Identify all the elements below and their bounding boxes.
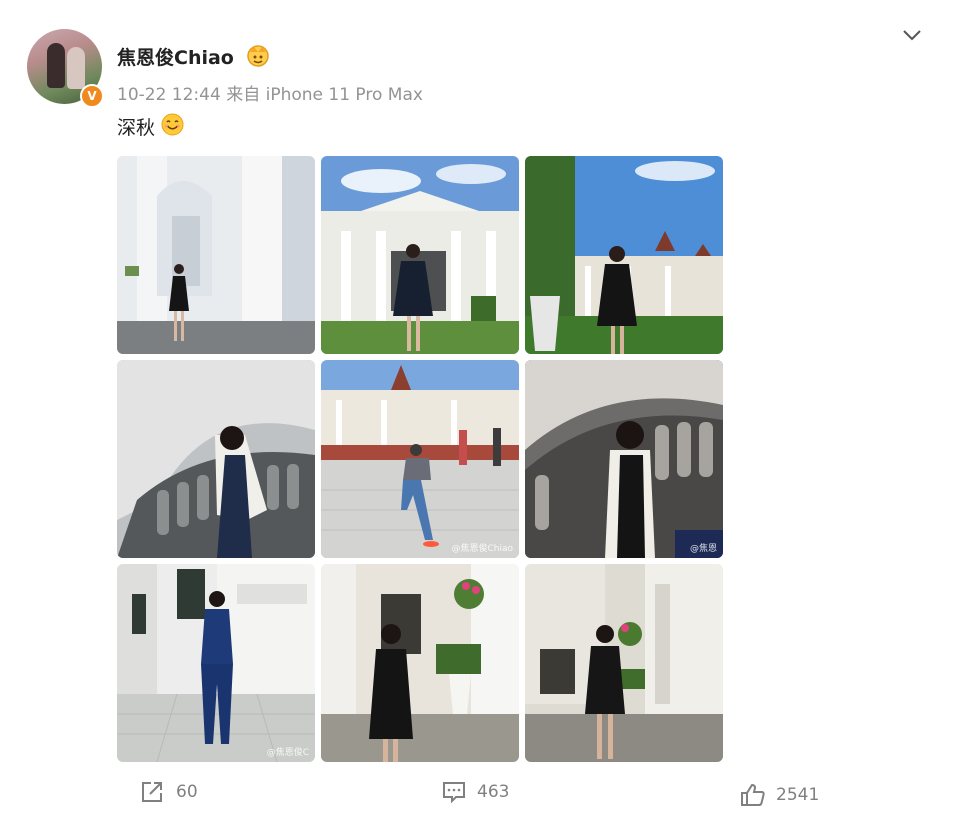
comment-icon <box>443 782 465 804</box>
photo-3[interactable] <box>525 156 723 354</box>
photo-7[interactable]: @焦恩俊C <box>117 564 315 762</box>
username[interactable]: 焦恩俊Chiao <box>117 43 234 70</box>
smile-emoji-icon <box>161 113 184 136</box>
photo-5[interactable]: @焦恩俊Chiao <box>321 360 519 558</box>
avatar-person-1 <box>47 43 65 88</box>
photo-4[interactable] <box>117 360 315 558</box>
photo-9[interactable] <box>525 564 723 762</box>
verified-badge: V <box>80 84 104 108</box>
photo-grid: @焦恩俊Chiao @焦恩 @焦恩俊C <box>117 156 723 762</box>
post-meta: 10-22 12:44 来自 iPhone 11 Pro Max <box>117 85 423 105</box>
like-count: 2541 <box>776 785 820 805</box>
repost-button[interactable]: 60 <box>140 780 198 804</box>
repost-count: 60 <box>176 782 198 802</box>
comment-count: 463 <box>477 782 510 802</box>
chevron-down-icon[interactable] <box>901 27 923 43</box>
repost-icon <box>142 782 162 802</box>
like-button[interactable]: 2541 <box>740 783 819 807</box>
avatar-person-2 <box>67 47 85 89</box>
photo-watermark: @焦恩俊Chiao <box>451 544 513 554</box>
photo-watermark: @焦恩 <box>689 544 717 554</box>
crown-member-icon[interactable] <box>245 43 271 67</box>
comment-button[interactable]: 463 <box>441 780 509 804</box>
photo-6[interactable]: @焦恩 <box>525 360 723 558</box>
thumbs-up-icon <box>741 783 765 806</box>
photo-8[interactable] <box>321 564 519 762</box>
photo-1[interactable] <box>117 156 315 354</box>
photo-2[interactable] <box>321 156 519 354</box>
post-text: 深秋 <box>117 117 156 139</box>
photo-watermark: @焦恩俊C <box>266 748 309 758</box>
